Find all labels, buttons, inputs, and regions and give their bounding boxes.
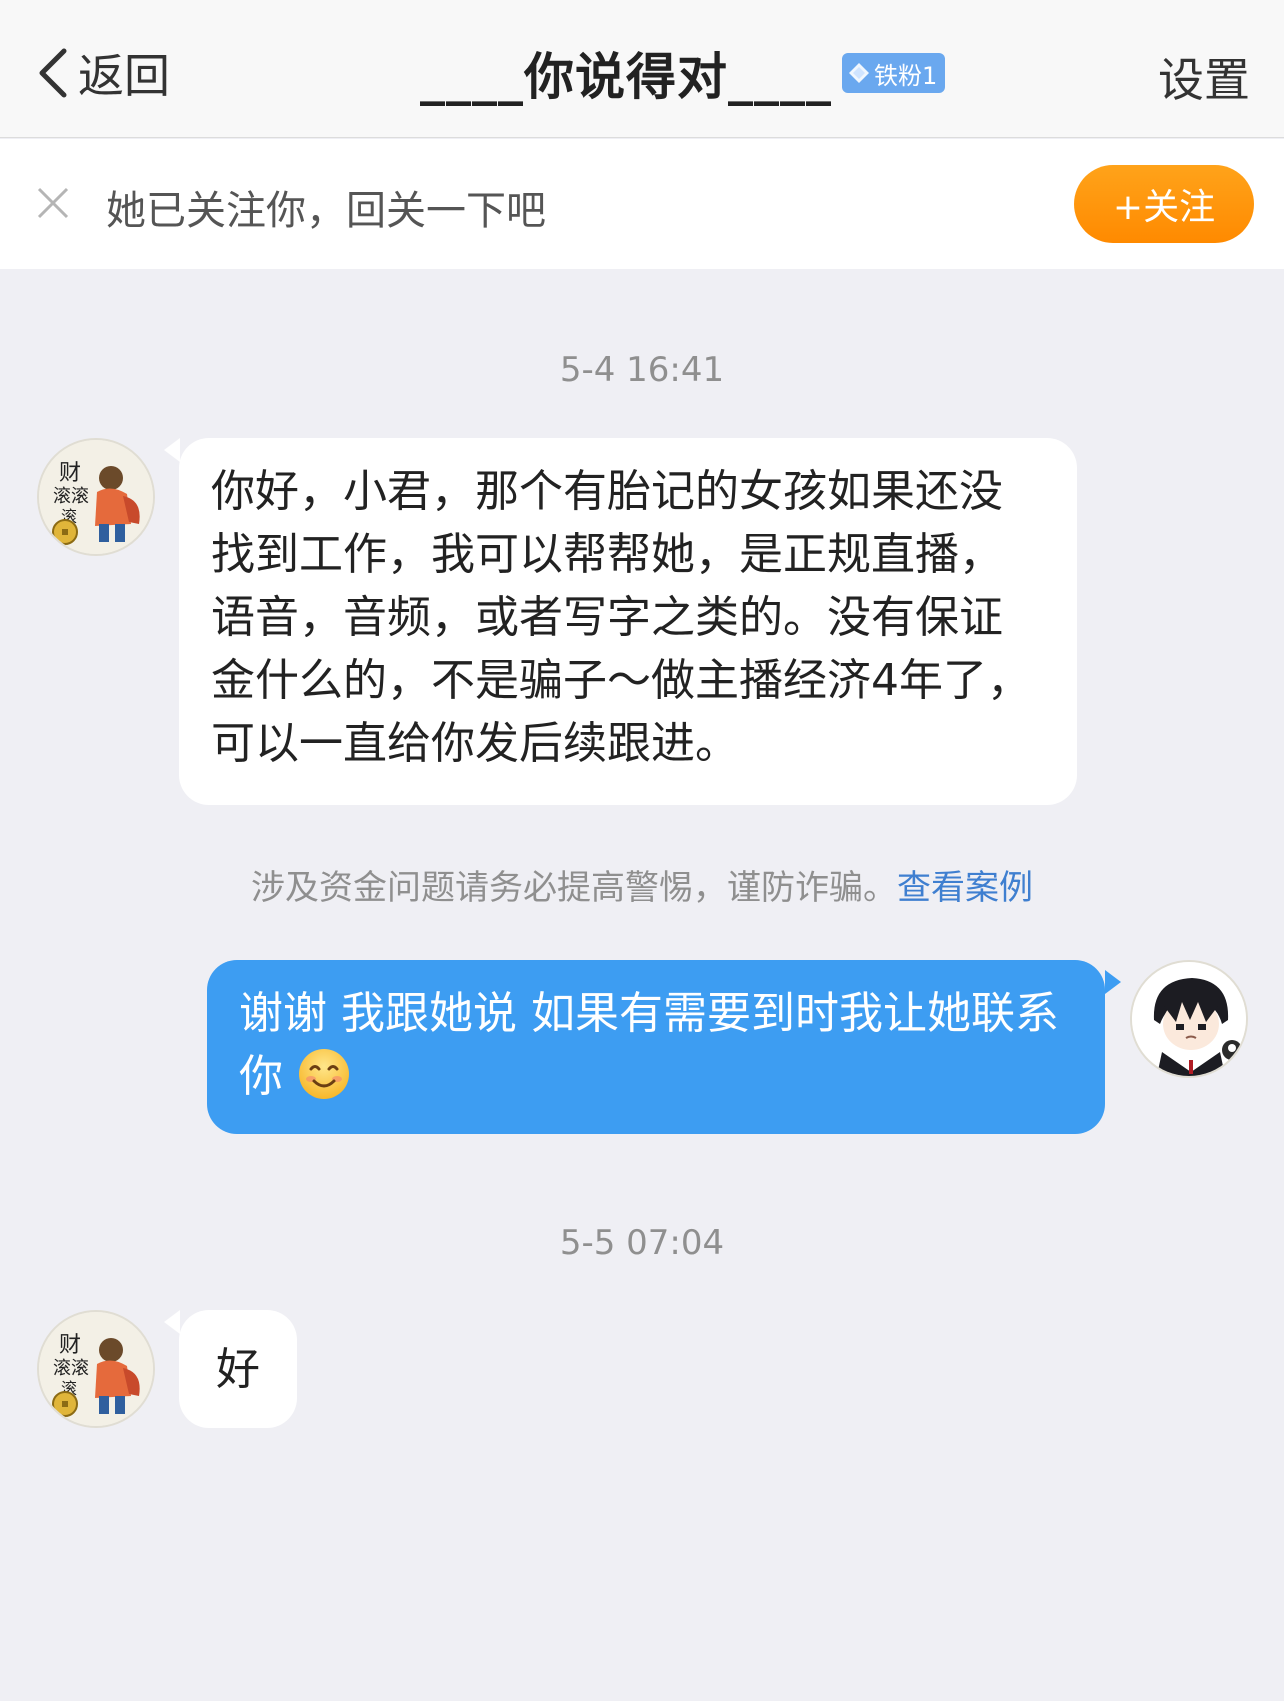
follow-button[interactable]: +关注: [1074, 165, 1254, 243]
fraud-warning-text: 涉及资金问题请务必提高警惕，谨防诈骗。: [251, 868, 897, 908]
svg-text:财: 财: [59, 1333, 81, 1358]
svg-text:滚滚: 滚滚: [53, 1358, 89, 1379]
close-icon[interactable]: [36, 186, 70, 220]
fraud-warning-notice: 涉及资金问题请务必提高警惕，谨防诈骗。查看案例: [0, 860, 1284, 909]
avatar-illustration: [1132, 962, 1246, 1076]
avatar-illustration: 财 滚滚 滚: [39, 1312, 153, 1426]
nav-bar: 返回 ____你说得对____ 铁粉1 设置: [0, 0, 1284, 138]
message-text: 你好，小君，那个有胎记的女孩如果还没找到工作，我可以帮帮她，是正规直播，语音，音…: [211, 466, 1031, 769]
message-timestamp: 5-5 07:04: [559, 1223, 725, 1263]
chevron-left-icon: [39, 48, 67, 98]
avatar-illustration: 财 滚滚 滚: [39, 440, 153, 554]
svg-text:财: 财: [59, 461, 81, 486]
bubble-tail: [1105, 970, 1121, 994]
my-avatar[interactable]: [1130, 960, 1248, 1078]
message-timestamp: 5-4 16:41: [559, 350, 725, 390]
fan-badge[interactable]: 铁粉1: [842, 53, 946, 93]
bubble-tail: [164, 1310, 180, 1334]
message-text: 好: [216, 1343, 260, 1395]
fan-badge-label: 铁粉1: [874, 61, 938, 90]
smiling-face-emoji: [299, 1049, 349, 1099]
incoming-message-bubble[interactable]: 你好，小君，那个有胎记的女孩如果还没找到工作，我可以帮帮她，是正规直播，语音，音…: [179, 438, 1077, 805]
diamond-icon: [849, 63, 869, 83]
svg-text:滚滚: 滚滚: [53, 486, 89, 507]
follow-back-prompt: 她已关注你，回关一下吧: [106, 188, 546, 234]
message-text: 谢谢 我跟她说 如果有需要到时我让她联系你: [239, 988, 1059, 1102]
settings-button[interactable]: 设置: [1158, 44, 1250, 110]
back-label: 返回: [78, 49, 170, 103]
view-cases-link[interactable]: 查看案例: [897, 868, 1033, 908]
conversation-title-group: ____你说得对____ 铁粉1: [420, 37, 946, 109]
sender-avatar[interactable]: 财 滚滚 滚: [37, 438, 155, 556]
bubble-tail: [164, 438, 180, 462]
back-button[interactable]: 返回: [34, 38, 170, 108]
conversation-title[interactable]: ____你说得对____: [420, 37, 832, 109]
incoming-message-bubble[interactable]: 好: [179, 1310, 297, 1428]
outgoing-message-bubble[interactable]: 谢谢 我跟她说 如果有需要到时我让她联系你: [207, 960, 1105, 1134]
sender-avatar[interactable]: 财 滚滚 滚: [37, 1310, 155, 1428]
